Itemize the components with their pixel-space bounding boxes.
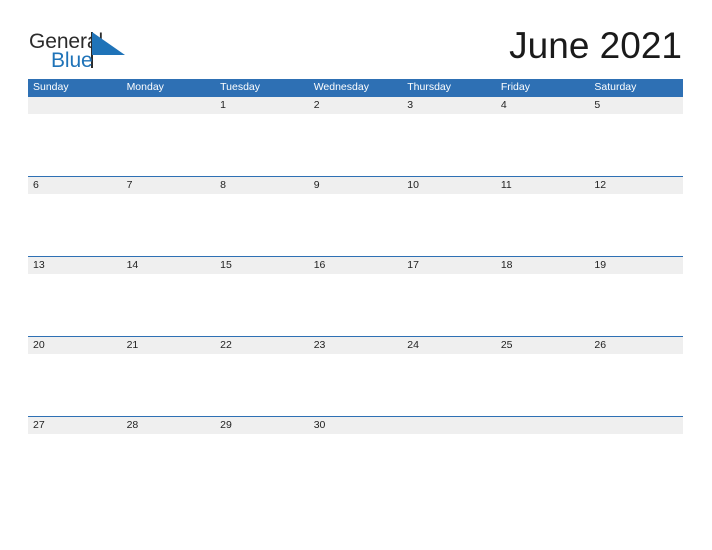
day-cell[interactable] [309, 194, 403, 256]
weekday-header-tuesday: Tuesday [220, 81, 261, 93]
day-number[interactable]: 3 [402, 97, 496, 114]
day-number[interactable]: 15 [215, 257, 309, 274]
day-cell[interactable] [496, 274, 590, 336]
day-number[interactable]: 12 [589, 177, 683, 194]
day-cell[interactable] [215, 194, 309, 256]
day-number[interactable] [589, 417, 683, 434]
week-date-band: 20 21 22 23 24 25 26 [28, 336, 683, 354]
day-cell[interactable] [496, 354, 590, 416]
logo-triangle-icon [92, 32, 125, 55]
day-number[interactable]: 1 [215, 97, 309, 114]
day-cell[interactable] [215, 274, 309, 336]
week-date-band: 27 28 29 30 [28, 416, 683, 434]
day-number[interactable]: 30 [309, 417, 403, 434]
day-number[interactable] [122, 97, 216, 114]
day-number[interactable]: 23 [309, 337, 403, 354]
day-cell[interactable] [28, 194, 122, 256]
day-cell[interactable] [122, 114, 216, 176]
day-cell[interactable] [496, 194, 590, 256]
day-number[interactable]: 11 [496, 177, 590, 194]
calendar-week-row: 1 2 3 4 5 [28, 96, 683, 176]
week-date-band: 6 7 8 9 10 11 12 [28, 176, 683, 194]
week-date-band: 1 2 3 4 5 [28, 96, 683, 114]
page-header: General Blue June 2021 [0, 0, 712, 79]
day-cell[interactable] [589, 114, 683, 176]
day-cell[interactable] [402, 194, 496, 256]
day-number[interactable] [402, 417, 496, 434]
day-cell[interactable] [122, 194, 216, 256]
day-number[interactable]: 6 [28, 177, 122, 194]
week-date-band: 13 14 15 16 17 18 19 [28, 256, 683, 274]
day-cell[interactable] [309, 354, 403, 416]
day-number[interactable]: 21 [122, 337, 216, 354]
day-cell[interactable] [28, 354, 122, 416]
day-cell[interactable] [402, 354, 496, 416]
day-cell[interactable] [309, 434, 403, 496]
week-event-band [28, 354, 683, 416]
week-event-band [28, 274, 683, 336]
day-number[interactable]: 14 [122, 257, 216, 274]
calendar-week-row: 20 21 22 23 24 25 26 [28, 336, 683, 416]
day-cell[interactable] [309, 274, 403, 336]
day-number[interactable] [28, 97, 122, 114]
day-number[interactable]: 28 [122, 417, 216, 434]
day-cell[interactable] [402, 114, 496, 176]
day-number[interactable]: 18 [496, 257, 590, 274]
day-number[interactable] [496, 417, 590, 434]
day-number[interactable]: 17 [402, 257, 496, 274]
week-event-band [28, 434, 683, 496]
weekday-header-friday: Friday [500, 81, 530, 93]
day-number[interactable]: 9 [309, 177, 403, 194]
day-cell[interactable] [496, 114, 590, 176]
day-cell[interactable] [402, 434, 496, 496]
day-number[interactable]: 4 [496, 97, 590, 114]
day-cell[interactable] [28, 434, 122, 496]
weekday-header-monday: Monday [126, 81, 164, 93]
week-event-band [28, 194, 683, 256]
day-number[interactable]: 25 [496, 337, 590, 354]
day-cell[interactable] [122, 274, 216, 336]
calendar-week-row: 13 14 15 16 17 18 19 [28, 256, 683, 336]
day-number[interactable]: 26 [589, 337, 683, 354]
day-number[interactable]: 2 [309, 97, 403, 114]
weekday-header-saturday: Saturday [594, 81, 637, 93]
day-cell[interactable] [496, 434, 590, 496]
day-number[interactable]: 16 [309, 257, 403, 274]
calendar-week-row: 6 7 8 9 10 11 12 [28, 176, 683, 256]
calendar-weekday-header: Sunday Monday Tuesday Wednesday Thursday… [28, 79, 683, 96]
weekday-header-wednesday: Wednesday [313, 81, 369, 93]
day-cell[interactable] [215, 354, 309, 416]
day-cell[interactable] [28, 274, 122, 336]
day-number[interactable]: 24 [402, 337, 496, 354]
calendar-table: Sunday Monday Tuesday Wednesday Thursday… [28, 79, 683, 496]
day-cell[interactable] [402, 274, 496, 336]
day-number[interactable]: 27 [28, 417, 122, 434]
weekday-header-sunday: Sunday [33, 81, 69, 93]
day-number[interactable]: 7 [122, 177, 216, 194]
day-number[interactable]: 20 [28, 337, 122, 354]
day-number[interactable]: 22 [215, 337, 309, 354]
brand-logo-line2: Blue [51, 49, 93, 72]
weekday-header-thursday: Thursday [407, 81, 452, 93]
day-number[interactable]: 8 [215, 177, 309, 194]
page-title: June 2021 [509, 25, 682, 66]
day-number[interactable]: 13 [28, 257, 122, 274]
day-cell[interactable] [215, 434, 309, 496]
brand-logo[interactable]: General Blue [29, 31, 129, 71]
day-cell[interactable] [589, 434, 683, 496]
day-cell[interactable] [309, 114, 403, 176]
day-number[interactable]: 10 [402, 177, 496, 194]
day-cell[interactable] [589, 194, 683, 256]
day-cell[interactable] [215, 114, 309, 176]
day-number[interactable]: 5 [589, 97, 683, 114]
day-cell[interactable] [589, 274, 683, 336]
day-number[interactable]: 19 [589, 257, 683, 274]
day-cell[interactable] [589, 354, 683, 416]
day-cell[interactable] [28, 114, 122, 176]
calendar-week-row: 27 28 29 30 [28, 416, 683, 496]
week-event-band [28, 114, 683, 176]
day-cell[interactable] [122, 434, 216, 496]
day-number[interactable]: 29 [215, 417, 309, 434]
day-cell[interactable] [122, 354, 216, 416]
